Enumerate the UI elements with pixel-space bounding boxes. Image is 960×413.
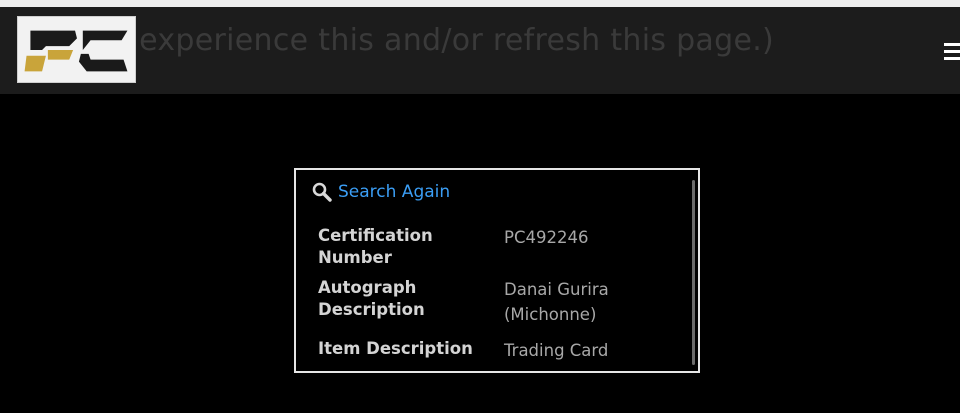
certification-result-panel: Search Again Certification Number PC4922… — [294, 168, 700, 373]
row-label: Certification Number — [318, 226, 433, 267]
pc-logo-icon — [24, 30, 128, 72]
row-value: PC492246 — [504, 228, 589, 247]
search-again-link[interactable]: Search Again — [312, 182, 450, 202]
row-label: Autograph Description — [318, 278, 425, 319]
search-icon — [312, 182, 332, 202]
search-again-label[interactable]: Search Again — [338, 182, 450, 202]
browser-top-strip — [0, 0, 960, 7]
site-header: u experience this and/or refresh this pa… — [0, 7, 960, 94]
row-value: Danai Gurira (Michonne) — [504, 280, 609, 324]
row-value: Trading Card — [504, 341, 609, 360]
header-banner-text: u experience this and/or refresh this pa… — [110, 23, 775, 58]
menu-icon[interactable] — [944, 41, 960, 63]
row-label: Item Description — [318, 339, 473, 358]
site-logo[interactable] — [17, 16, 136, 83]
